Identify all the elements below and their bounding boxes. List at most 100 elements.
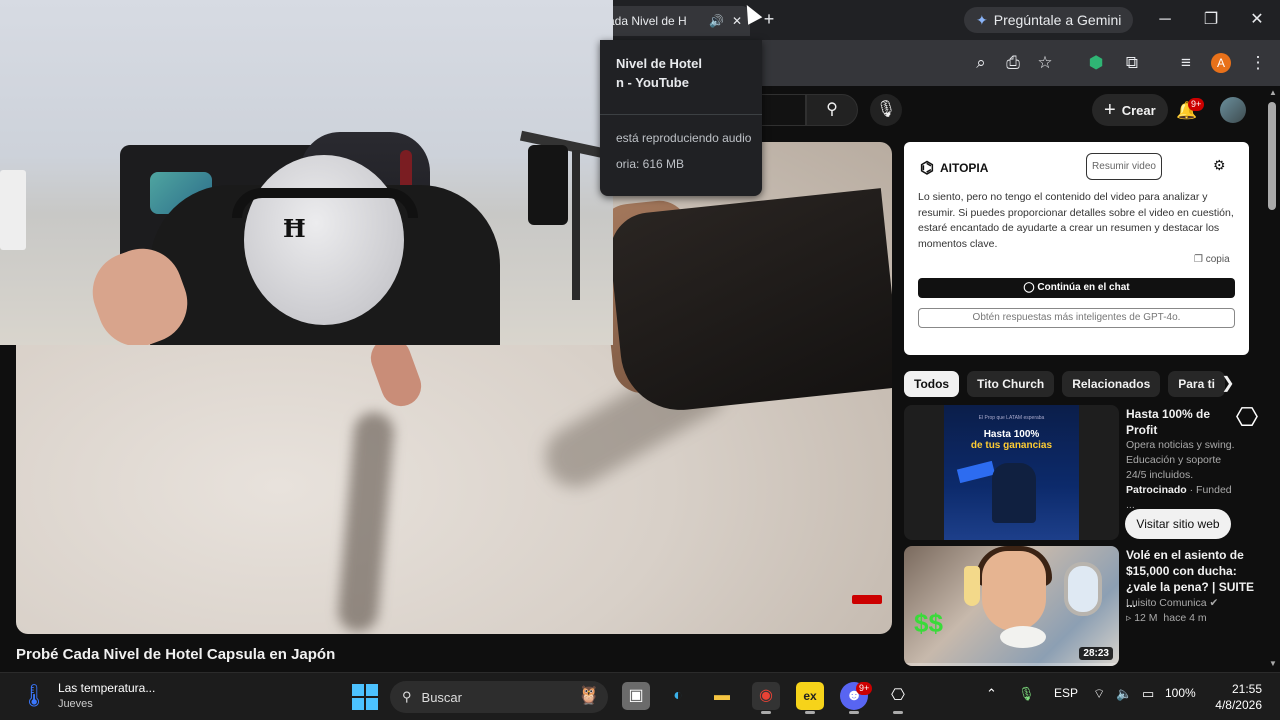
new-tab-button[interactable]: +	[758, 8, 780, 30]
scroll-down-arrow-icon[interactable]: ▼	[1266, 659, 1280, 668]
ad-thumb-line1: Hasta 100%	[983, 429, 1040, 440]
weather-widget[interactable]: 🌡 Las temperatura... Jueves	[20, 680, 155, 712]
zoom-icon[interactable]: ⌕	[969, 51, 993, 75]
copy-button[interactable]: ❐ copia	[1194, 254, 1230, 265]
clock-date: 4/8/2026	[1215, 698, 1262, 712]
thumb-plate	[1000, 626, 1046, 648]
settings-gear-icon[interactable]: ⚙	[1213, 157, 1226, 174]
ad-thumbnail[interactable]: El Prop que LATAM esperaba Hasta 100% de…	[904, 405, 1119, 540]
file-explorer-icon[interactable]: ▬	[708, 682, 736, 710]
discord-active-indicator	[849, 711, 859, 714]
battery-icon[interactable]: ▭	[1142, 686, 1154, 702]
tab-title: ada Nivel de H	[608, 14, 687, 28]
webcam-person-cap	[244, 155, 404, 325]
exness-app-icon[interactable]: ex	[796, 682, 824, 710]
dollar-sign-icon: $$	[914, 608, 943, 638]
taskbar-search[interactable]: ⚲ Buscar 🦉	[390, 681, 608, 713]
taskbar-clock[interactable]: 21:55 4/8/2026	[1208, 681, 1262, 713]
clock-time: 21:55	[1231, 682, 1262, 696]
summarize-video-button[interactable]: Resumir video	[1086, 153, 1162, 180]
aitopia-logo-icon: ⌬	[920, 160, 934, 177]
aitopia-brand-label: AITOPIA	[939, 161, 989, 175]
webcam-hanging-clothes	[528, 145, 568, 225]
browser-menu-icon[interactable]: ⋮	[1246, 51, 1270, 75]
aitopia-brand: ⌬ AITOPIA	[920, 158, 988, 178]
webcam-headphones	[232, 188, 418, 218]
scroll-up-arrow-icon[interactable]: ▲	[1266, 88, 1280, 97]
ad-title-line1: Hasta 100% de	[1126, 407, 1211, 421]
thumb-plane-window	[1064, 562, 1102, 616]
hovercard-memory-usage: oria: 616 MB	[616, 157, 685, 171]
video-frame-sleeve	[606, 188, 892, 416]
search-icon: ⚲	[826, 101, 838, 118]
speaker-icon[interactable]: 🔊	[709, 14, 724, 28]
gemini-button[interactable]: ✦ Pregúntale a Gemini	[964, 7, 1134, 33]
microphone-icon[interactable]: 🎙	[1018, 686, 1035, 702]
chip-all[interactable]: Todos	[904, 371, 960, 397]
video-title-line2: $15,000 con ducha:	[1126, 564, 1237, 578]
chatgpt-active-indicator	[893, 711, 903, 714]
bookmark-star-icon[interactable]: ☆	[1033, 51, 1057, 75]
hovercard-audio-status: está reproduciendo audio	[616, 131, 752, 145]
browser-tab[interactable]: ada Nivel de H 🔊 ✕	[600, 6, 750, 36]
continue-chat-label: Continúa en el chat	[1037, 282, 1130, 293]
edge-browser-icon[interactable]: ◐	[664, 682, 692, 710]
aitopia-panel: ⌬ AITOPIA Resumir video ⚙ Lo siento, per…	[904, 142, 1249, 355]
thermometer-icon: 🌡	[20, 683, 48, 708]
gemini-sparkle-icon: ✦	[976, 11, 988, 28]
close-window-button[interactable]: ✕	[1240, 6, 1274, 34]
profile-avatar[interactable]: A	[1211, 53, 1231, 73]
upload-age: hace 4 m	[1163, 612, 1207, 624]
tab-hover-card: Nivel de Hotel n - YouTube está reproduc…	[600, 40, 762, 196]
install-app-icon[interactable]: ⎙	[1001, 51, 1025, 75]
gemini-label: Pregúntale a Gemini	[993, 12, 1122, 28]
gpt4o-upgrade-button[interactable]: Obtén respuestas más inteligentes de GPT…	[918, 308, 1235, 328]
restore-button[interactable]: ❐	[1194, 6, 1228, 34]
chevron-right-icon[interactable]: ❯	[1216, 372, 1240, 396]
ad-title-line2: Profit	[1126, 423, 1158, 437]
volume-icon[interactable]: 🔈	[1116, 686, 1132, 702]
chevron-up-icon[interactable]: ⌃	[986, 686, 997, 702]
thumb-face	[982, 551, 1046, 631]
visit-website-button[interactable]: Visitar sitio web	[1125, 509, 1231, 539]
chip-channel[interactable]: Tito Church	[967, 371, 1055, 397]
notifications-badge: 9+	[1188, 98, 1205, 111]
ad-thumb-tagline: El Prop que LATAM esperaba	[978, 415, 1045, 421]
ad-ribbon	[956, 460, 996, 484]
minimize-button[interactable]: ─	[1148, 6, 1182, 34]
chip-related[interactable]: Relacionados	[1062, 371, 1161, 397]
create-button[interactable]: + Crear	[1092, 94, 1168, 126]
copy-icon: ❐	[1194, 254, 1203, 265]
weather-subtitle: Jueves	[57, 698, 93, 710]
youtube-search-button[interactable]: ⚲	[806, 94, 858, 126]
ad-figure	[992, 463, 1036, 523]
plus-icon: +	[1104, 98, 1116, 121]
extensions-icon[interactable]: ⧉	[1120, 51, 1144, 75]
subscribe-watermark-icon[interactable]	[852, 595, 882, 604]
continue-chat-button[interactable]: ◯ Continúa en el chat	[918, 278, 1235, 298]
close-tab-icon[interactable]: ✕	[732, 14, 742, 28]
channel-name[interactable]: Luisito Comunica	[1126, 597, 1207, 609]
voice-search-button[interactable]: 🎙	[870, 94, 902, 126]
video-duration: 28:23	[1079, 647, 1113, 660]
media-controls-icon[interactable]: ≡	[1174, 51, 1198, 75]
chrome-browser-icon[interactable]: ◉	[752, 682, 780, 710]
chatgpt-app-icon[interactable]: ⎔	[884, 682, 912, 710]
language-indicator[interactable]: ESP	[1054, 686, 1078, 700]
video-thumbnail[interactable]: $$ 28:23	[904, 546, 1119, 666]
task-view-icon[interactable]: ▣	[622, 682, 650, 710]
cap-logo-icon: Ħ	[283, 214, 306, 243]
view-count: 12 M	[1134, 612, 1158, 624]
hovercard-divider	[600, 114, 762, 115]
scrollbar-thumb[interactable]	[1268, 102, 1276, 210]
chatgpt-extension-icon[interactable]: ⬢	[1084, 51, 1108, 75]
chatgpt-logo-icon[interactable]: ⎔	[1232, 402, 1262, 432]
wifi-icon[interactable]: ⌔	[1093, 686, 1105, 702]
filter-chips: Todos Tito Church Relacionados Para ti	[904, 371, 1225, 397]
youtube-search-input[interactable]	[760, 94, 806, 126]
windows-start-icon[interactable]	[352, 684, 378, 710]
youtube-avatar[interactable]	[1220, 97, 1246, 123]
ad-title[interactable]: Hasta 100% de Profit	[1126, 406, 1226, 438]
create-label: Crear	[1121, 102, 1156, 118]
discord-badge: 9+	[856, 682, 873, 695]
